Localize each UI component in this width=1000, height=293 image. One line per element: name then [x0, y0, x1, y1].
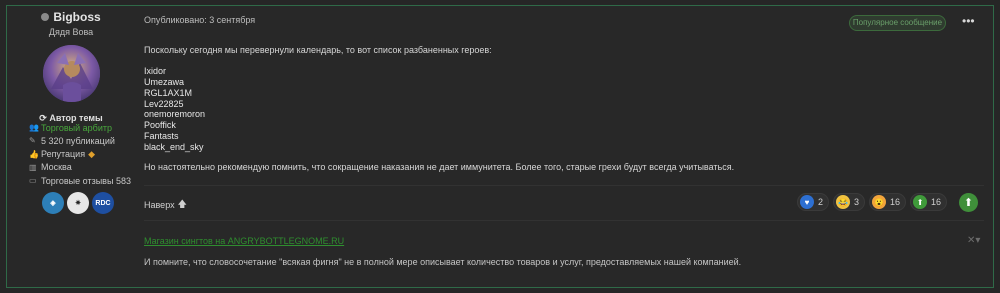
stat-location: ▥ Москва — [29, 162, 72, 173]
close-signature-icon[interactable]: ✕▾ — [967, 235, 980, 246]
author-name[interactable]: Bigboss — [53, 10, 100, 24]
divider — [144, 185, 984, 186]
reaction-wow[interactable]: 😮 16 — [869, 193, 907, 211]
author-badges: ◈ ✷ RDC — [42, 192, 114, 214]
hero-list: Ixidor Umezawa RGL1AX1M Lev22825 onemore… — [144, 66, 964, 152]
author-stats: 👥 Торговый арбитр ✎ 5 320 публикаций 👍 Р… — [29, 121, 131, 187]
reaction-upvote[interactable]: ⬆ 16 — [910, 193, 948, 211]
users-icon: 👥 — [29, 123, 39, 132]
upvote-icon: ⬆ — [913, 195, 928, 209]
avatar[interactable] — [42, 45, 100, 102]
list-item: Lev22825 — [144, 98, 184, 109]
back-to-top-link[interactable]: Наверх 🡅 — [144, 197, 187, 213]
arrow-up-icon: ⬆ — [963, 197, 974, 209]
post-intro: Поскольку сегодня мы перевернули календа… — [144, 45, 492, 55]
id-card-icon: ▭ — [29, 176, 37, 186]
building-icon: ▥ — [29, 162, 37, 172]
laugh-icon: 😂 — [836, 195, 851, 209]
stat-posts[interactable]: ✎ 5 320 публикаций — [29, 134, 131, 147]
popular-badge: Популярное сообщение — [849, 15, 946, 31]
list-item: Fantasts — [144, 130, 179, 141]
author-name-row[interactable]: Bigboss — [17, 10, 125, 24]
badge-rdc[interactable]: RDC — [92, 192, 114, 214]
reactions-bar: ♥ 2 😂 3 😮 16 ⬆ 16 — [797, 193, 948, 211]
author-panel: Bigboss Дядя Вова ⟳ Автор темы — [17, 10, 125, 124]
stat-trade-reviews[interactable]: ▭ Торговые отзывы 583 — [29, 174, 131, 187]
signature-link[interactable]: Магазин сингтов на ANGRYBOTTLEGNOME.RU — [144, 236, 344, 246]
signature-text: И помните, что словосочетание "всякая фи… — [144, 257, 742, 267]
arrow-up-icon: 🡅 — [177, 199, 187, 209]
more-options-icon[interactable]: ••• — [962, 15, 975, 27]
stat-reputation: 👍 Репутация ◆ — [29, 148, 95, 160]
list-item: Umezawa — [144, 77, 185, 87]
list-item: black_end_sky — [144, 141, 204, 152]
post-note: Но настоятельно рекомендую помнить, что … — [144, 161, 735, 172]
reputation-icon: ◆ — [88, 148, 95, 159]
heart-icon: ♥ — [800, 195, 814, 209]
reaction-heart[interactable]: ♥ 2 — [797, 193, 830, 211]
upvote-button[interactable]: ⬆ — [959, 193, 978, 212]
author-title: Дядя Вова — [48, 27, 94, 37]
divider — [144, 220, 984, 221]
wow-icon: 😮 — [872, 195, 887, 209]
list-item: Pooffick — [144, 120, 176, 131]
list-item: Ixidor — [144, 66, 167, 77]
badge-diamond-icon[interactable]: ◈ — [42, 192, 64, 214]
trade-reviews-count: 583 — [115, 175, 131, 186]
post-body: Поскольку сегодня мы перевернули календа… — [144, 45, 964, 179]
edit-icon: ✎ — [29, 136, 36, 146]
list-item: onemoremoron — [144, 109, 206, 120]
list-item: RGL1AX1M — [144, 87, 193, 98]
reaction-laugh[interactable]: 😂 3 — [833, 193, 866, 211]
badge-fire-icon[interactable]: ✷ — [67, 192, 89, 214]
online-status-dot — [41, 13, 50, 21]
stat-role: 👥 Торговый арбитр — [29, 122, 112, 133]
thumbs-up-icon: 👍 — [29, 149, 39, 159]
